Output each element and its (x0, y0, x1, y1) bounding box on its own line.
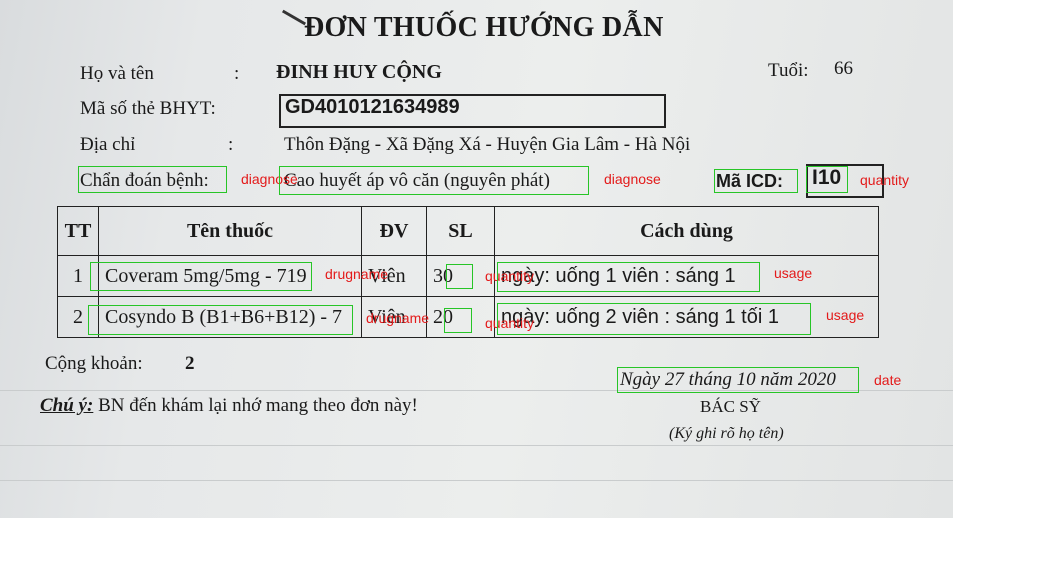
address-colon: : (228, 134, 234, 155)
header-quantity: SL (426, 206, 495, 256)
icd-label-box (714, 169, 798, 193)
patient-address: Thôn Đặng - Xã Đặng Xá - Huyện Gia Lâm -… (284, 134, 691, 155)
header-unit: ĐV (361, 206, 427, 256)
total-value: 2 (185, 353, 195, 374)
document-title: ĐƠN THUỐC HƯỚNG DẪN (304, 12, 664, 43)
name-label: Họ và tên (80, 63, 154, 84)
faint-rule (0, 480, 953, 481)
icd-code-box (806, 166, 848, 193)
drugname-box-1 (90, 262, 312, 291)
prescription-paper: ĐƠN THUỐC HƯỚNG DẪN Họ và tên : ĐINH HUY… (0, 0, 953, 518)
annotation-usage-2: usage (826, 307, 865, 323)
header-usage: Cách dùng (494, 206, 879, 256)
annotation-date: date (874, 372, 902, 388)
patient-name: ĐINH HUY CỘNG (276, 61, 442, 83)
usage-box-2 (497, 303, 811, 335)
name-colon: : (234, 63, 240, 84)
address-label: Địa chỉ (80, 134, 136, 155)
annotation-usage-1: usage (774, 265, 813, 281)
pen-mark (281, 9, 307, 26)
annotation-drugname-2: drugname (366, 310, 430, 326)
signature-title: BÁC SỸ (700, 397, 761, 416)
quantity-box-2 (444, 308, 472, 333)
age-label: Tuổi: (768, 60, 809, 81)
quantity-box-1 (446, 264, 473, 289)
annotation-quantity: quantity (860, 172, 910, 188)
note-text: BN đến khám lại nhớ mang theo đơn này! (98, 395, 418, 416)
note-label: Chú ý: (40, 395, 94, 416)
insurance-number: GD4010121634989 (285, 96, 460, 118)
header-drug-name: Tên thuốc (98, 206, 362, 256)
annotation-drugname-1: drugname (325, 266, 389, 282)
insurance-label: Mã số thẻ BHYT: (80, 98, 216, 119)
patient-age: 66 (834, 58, 853, 79)
drugname-box-2 (88, 305, 353, 335)
signature-hint: (Ký ghi rõ họ tên) (669, 425, 784, 442)
note: Chú ý: BN đến khám lại nhớ mang theo đơn… (40, 395, 418, 417)
date-box (617, 367, 859, 393)
annotation-diagnose-value: diagnose (604, 171, 661, 187)
diagnose-label-box (78, 166, 227, 193)
faint-rule (0, 445, 953, 446)
header-tt: TT (57, 206, 99, 256)
total-label: Cộng khoản: (45, 353, 143, 374)
diagnose-value-box (279, 166, 589, 195)
usage-box-1 (497, 262, 760, 292)
table-header-row: TT Tên thuốc ĐV SL Cách dùng (57, 206, 879, 256)
